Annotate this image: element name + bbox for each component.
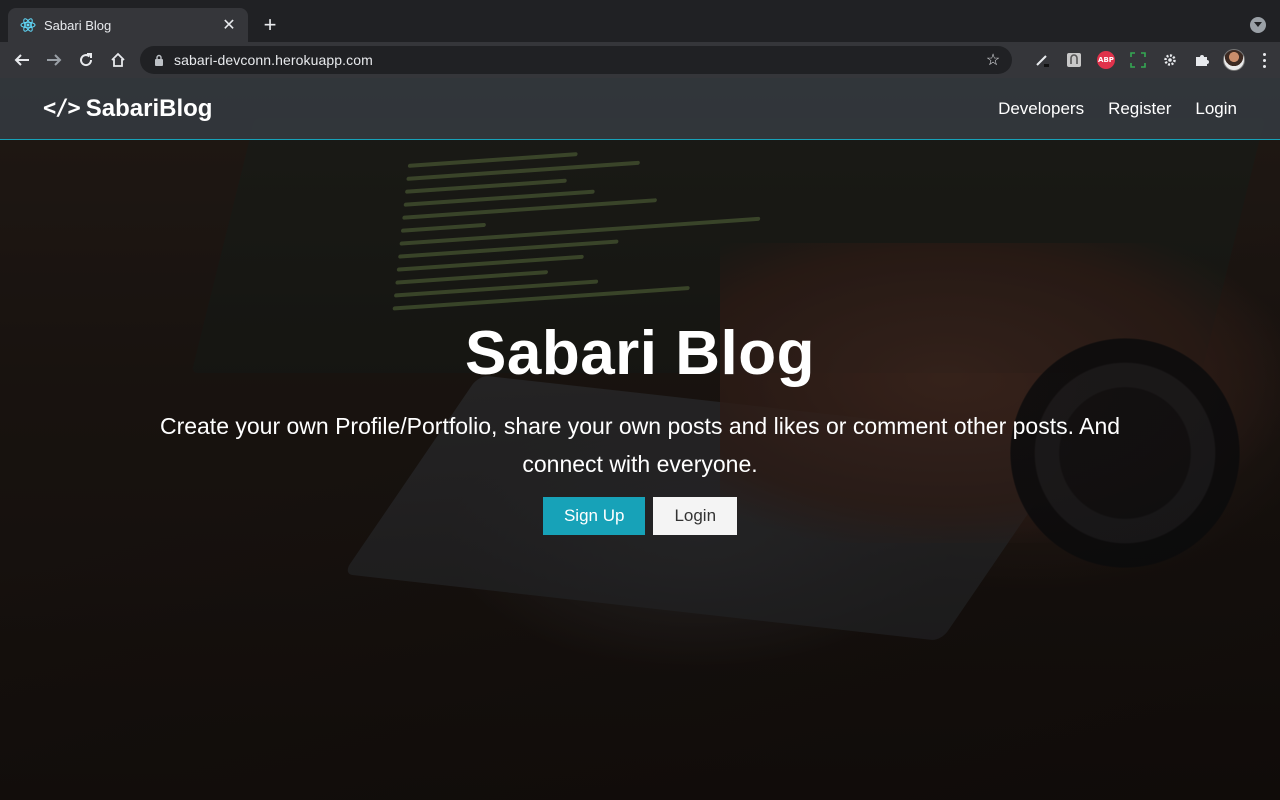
adblock-plus-icon[interactable]: ABP <box>1094 48 1118 72</box>
puzzle-icon[interactable] <box>1190 48 1214 72</box>
address-bar[interactable]: sabari-devconn.herokuapp.com ☆ <box>140 46 1012 74</box>
nav-link-login[interactable]: Login <box>1195 99 1237 119</box>
tab-title: Sabari Blog <box>44 17 112 33</box>
new-tab-plus-icon[interactable]: + <box>258 12 282 37</box>
brand-link[interactable]: </> SabariBlog <box>43 95 212 123</box>
page-viewport: </> SabariBlog Developers Register Login… <box>0 78 1280 800</box>
hero-lead: Create your own Profile/Portfolio, share… <box>159 413 1121 477</box>
screenshot-icon[interactable] <box>1126 48 1150 72</box>
nav-links: Developers Register Login <box>998 99 1237 119</box>
nav-link-developers[interactable]: Developers <box>998 99 1084 119</box>
avatar <box>1223 49 1245 71</box>
react-favicon-icon <box>20 17 36 33</box>
close-tab-icon[interactable]: ✕ <box>220 16 238 34</box>
code-brackets-icon: </> <box>43 96 81 121</box>
dark-mode-icon[interactable] <box>1062 48 1086 72</box>
login-button[interactable]: Login <box>653 497 738 535</box>
lock-icon[interactable] <box>152 53 166 67</box>
menu-kebab-icon[interactable] <box>1254 48 1274 72</box>
nav-link-register[interactable]: Register <box>1108 99 1171 119</box>
profile-avatar[interactable] <box>1222 48 1246 72</box>
bookmark-star-icon[interactable]: ☆ <box>984 51 1002 69</box>
pen-icon[interactable] <box>1030 48 1054 72</box>
home-icon[interactable] <box>102 44 134 76</box>
browser-toolbar: sabari-devconn.herokuapp.com ☆ ABP <box>0 42 1280 78</box>
browser-tab[interactable]: Sabari Blog ✕ <box>8 8 248 42</box>
site-navbar: </> SabariBlog Developers Register Login <box>0 78 1280 140</box>
url-text[interactable]: sabari-devconn.herokuapp.com <box>174 52 984 68</box>
hero-title: Sabari Blog <box>464 319 815 388</box>
hero-buttons: Sign Up Login <box>0 497 1280 535</box>
forward-arrow-icon[interactable] <box>38 44 70 76</box>
back-arrow-icon[interactable] <box>6 44 38 76</box>
brand-name: SabariBlog <box>85 94 213 122</box>
landing-section: Sabari Blog Create your own Profile/Port… <box>0 318 1280 535</box>
extensions-area: ABP <box>1030 46 1274 74</box>
settings-gear-icon[interactable] <box>1158 48 1182 72</box>
browser-tabstrip: Sabari Blog ✕ + <box>0 0 1280 42</box>
abp-label: ABP <box>1097 51 1115 69</box>
reload-icon[interactable] <box>70 44 102 76</box>
tab-search-icon[interactable] <box>1250 17 1266 33</box>
signup-button[interactable]: Sign Up <box>542 497 646 535</box>
